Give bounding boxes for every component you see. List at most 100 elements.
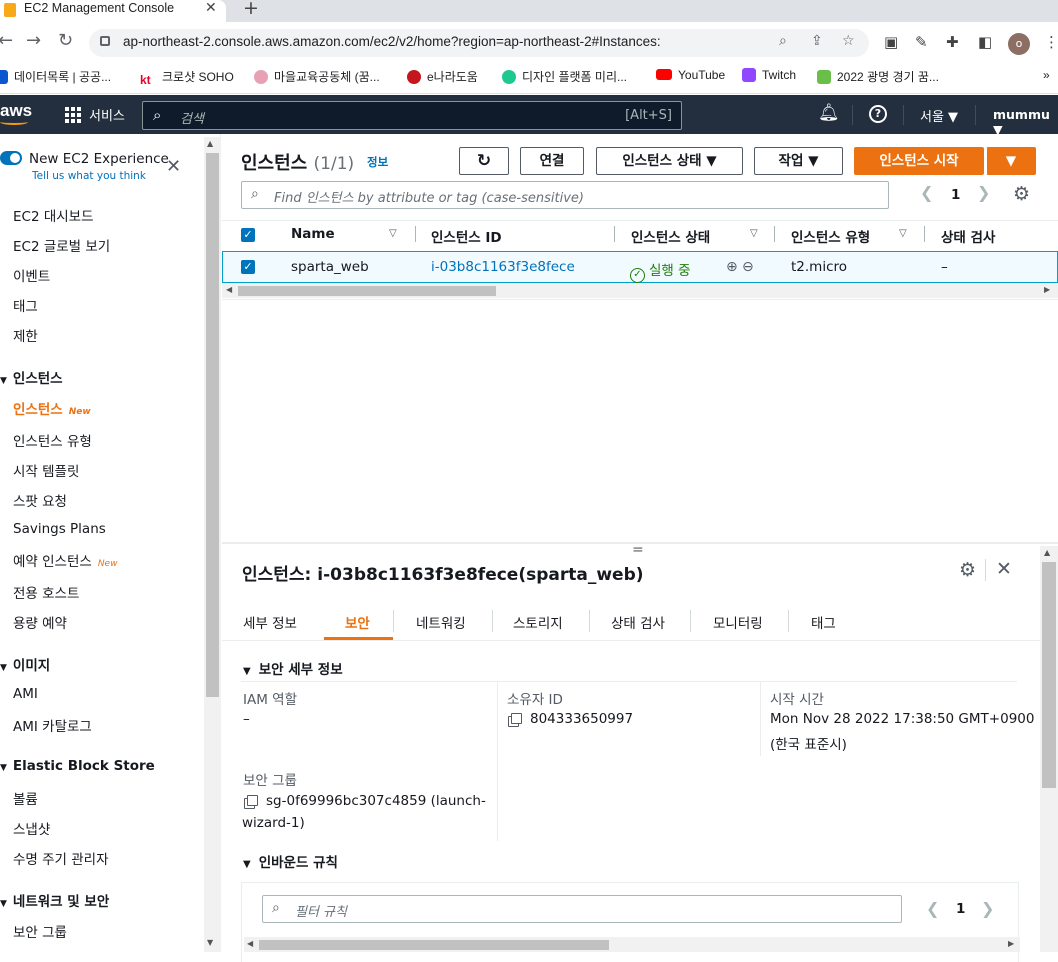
- table-scrollbar-thumb[interactable]: [238, 286, 496, 296]
- zoom-out-icon[interactable]: ⊖: [742, 259, 754, 275]
- aws-search-input[interactable]: ⌕ 검색 [Alt+S]: [142, 101, 682, 130]
- column-divider[interactable]: [774, 226, 775, 242]
- sidepanel-icon[interactable]: ◧: [978, 33, 992, 51]
- scroll-left-icon[interactable]: ◀: [247, 939, 253, 948]
- sidebar-item-security-groups[interactable]: 보안 그룹: [13, 921, 67, 941]
- inbound-rules-section-header[interactable]: ▼ 인바운드 규칙: [243, 851, 338, 871]
- tab-storage[interactable]: 스토리지: [513, 612, 563, 632]
- scroll-left-icon[interactable]: ◀: [226, 285, 232, 294]
- preferences-gear-icon[interactable]: ⚙: [1013, 183, 1030, 205]
- scroll-up-icon[interactable]: ▲: [207, 139, 213, 148]
- url-text[interactable]: ap-northeast-2.console.aws.amazon.com/ec…: [123, 34, 661, 49]
- share-icon[interactable]: ⇪: [811, 33, 823, 49]
- scroll-down-icon[interactable]: ▼: [207, 938, 213, 947]
- browser-tab[interactable]: EC2 Management Console ✕: [0, 0, 226, 22]
- bookmark-item[interactable]: Twitch: [742, 68, 796, 82]
- column-divider[interactable]: [924, 226, 925, 242]
- tab-networking[interactable]: 네트워킹: [416, 612, 466, 632]
- browser-menu-icon[interactable]: ⋮: [1044, 33, 1058, 51]
- bookmarks-more-icon[interactable]: »: [1043, 68, 1050, 82]
- forward-icon[interactable]: →: [26, 30, 41, 51]
- security-group-link-cont[interactable]: wizard-1): [242, 815, 305, 831]
- copy-icon[interactable]: [511, 713, 522, 724]
- sidebar-item-capacity-reservations[interactable]: 용량 예약: [13, 612, 67, 632]
- scroll-up-icon[interactable]: ▲: [1044, 548, 1050, 557]
- filter-column-icon[interactable]: ▽: [389, 228, 397, 239]
- cell-instance-id-link[interactable]: i-03b8c1163f3e8fece: [431, 259, 575, 275]
- sidebar-item-instance-types[interactable]: 인스턴스 유형: [13, 430, 92, 450]
- region-selector[interactable]: 서울 ▼: [920, 106, 958, 125]
- column-divider[interactable]: [415, 226, 416, 242]
- column-header-name[interactable]: Name: [291, 226, 335, 242]
- sidebar-item-volumes[interactable]: 볼륨: [13, 788, 38, 808]
- back-icon[interactable]: ←: [0, 30, 13, 51]
- resize-handle-icon[interactable]: =: [632, 542, 644, 558]
- new-tab-button[interactable]: +: [243, 0, 259, 19]
- sidebar-section-network[interactable]: ▼ 네트워크 및 보안: [0, 890, 109, 910]
- sidebar-scrollbar-thumb[interactable]: [206, 153, 219, 697]
- rule-page-number[interactable]: 1: [956, 901, 965, 917]
- tab-tags[interactable]: 태그: [811, 612, 836, 632]
- bookmark-item[interactable]: 데이터목록 | 공공...: [0, 68, 111, 85]
- instances-filter-input[interactable]: ⌕ Find 인스턴스 by attribute or tag (case-se…: [241, 181, 889, 209]
- services-menu[interactable]: 서비스: [89, 105, 125, 124]
- page-number[interactable]: 1: [951, 187, 960, 203]
- new-experience-toggle[interactable]: [0, 151, 22, 165]
- tab-close-icon[interactable]: ✕: [205, 0, 217, 16]
- launch-instances-button[interactable]: 인스턴스 시작: [854, 147, 984, 175]
- filter-column-icon[interactable]: ▽: [750, 228, 758, 239]
- security-group-link[interactable]: sg-0f69996bc307c4859 (launch-: [247, 793, 486, 809]
- sidebar-item-dashboard[interactable]: EC2 대시보드: [13, 205, 94, 225]
- next-page-icon[interactable]: ❯: [981, 899, 994, 918]
- aws-logo[interactable]: aws: [0, 101, 32, 125]
- sidebar-section-images[interactable]: ▼ 이미지: [0, 654, 50, 674]
- scroll-right-icon[interactable]: ▶: [1008, 939, 1014, 948]
- tab-details[interactable]: 세부 정보: [243, 612, 297, 632]
- bookmark-item[interactable]: kt 크로샷 SOHO: [140, 68, 234, 87]
- prev-page-icon[interactable]: ❮: [920, 183, 933, 202]
- address-bar[interactable]: ap-northeast-2.console.aws.amazon.com/ec…: [89, 29, 869, 57]
- sidebar-item-savings-plans[interactable]: Savings Plans: [13, 521, 106, 537]
- sidebar-item-reserved-instances[interactable]: 예약 인스턴스 New: [13, 550, 117, 570]
- help-icon[interactable]: ?: [869, 105, 887, 123]
- notifications-bell-icon[interactable]: 🔔︎: [818, 103, 840, 123]
- info-link[interactable]: 정보: [367, 154, 388, 170]
- column-header-instance-state[interactable]: 인스턴스 상태: [631, 226, 710, 246]
- launch-dropdown-button[interactable]: ▼: [986, 147, 1036, 175]
- sidebar-item-global-view[interactable]: EC2 글로벌 보기: [13, 235, 110, 255]
- feedback-link[interactable]: Tell us what you think: [32, 170, 146, 182]
- extension-qr-icon[interactable]: ▣: [884, 33, 898, 51]
- bookmark-item[interactable]: 마을교육공동체 (꿈...: [254, 68, 380, 85]
- column-header-instance-id[interactable]: 인스턴스 ID: [431, 226, 502, 246]
- sidebar-item-launch-templates[interactable]: 시작 템플릿: [13, 460, 79, 480]
- sidebar-item-ami-catalog[interactable]: AMI 카탈로그: [13, 715, 92, 735]
- sidebar-item-dedicated-hosts[interactable]: 전용 호스트: [13, 582, 79, 602]
- zoom-icon[interactable]: ⌕: [779, 33, 787, 49]
- bookmark-star-icon[interactable]: ☆: [842, 33, 855, 49]
- eyedropper-icon[interactable]: ✎: [915, 33, 928, 51]
- close-icon[interactable]: ✕: [996, 558, 1012, 580]
- instance-state-button[interactable]: 인스턴스 상태 ▼: [596, 147, 743, 175]
- column-divider[interactable]: [614, 226, 615, 242]
- select-all-checkbox[interactable]: ✓: [241, 228, 255, 242]
- bookmark-item[interactable]: YouTube: [656, 68, 725, 82]
- account-menu[interactable]: mummu ▼: [993, 107, 1058, 137]
- column-header-status-check[interactable]: 상태 검사: [941, 226, 995, 246]
- tab-security[interactable]: 보안: [345, 612, 370, 632]
- sidebar-item-snapshots[interactable]: 스냅샷: [13, 818, 50, 838]
- sidebar-item-spot-requests[interactable]: 스팟 요청: [13, 490, 67, 510]
- rule-filter-input[interactable]: ⌕ 필터 규칙: [262, 895, 902, 923]
- sidebar-section-ebs[interactable]: ▼ Elastic Block Store: [0, 758, 155, 774]
- filter-column-icon[interactable]: ▽: [899, 228, 907, 239]
- sidebar-item-instances[interactable]: 인스턴스 New: [13, 398, 91, 418]
- copy-icon[interactable]: [247, 795, 258, 806]
- actions-button[interactable]: 작업 ▼: [754, 147, 843, 175]
- security-details-section-header[interactable]: ▼ 보안 세부 정보: [243, 658, 343, 678]
- detail-settings-gear-icon[interactable]: ⚙: [959, 559, 976, 581]
- scroll-right-icon[interactable]: ▶: [1044, 285, 1050, 294]
- column-header-instance-type[interactable]: 인스턴스 유형: [791, 226, 870, 246]
- profile-avatar[interactable]: o: [1008, 33, 1030, 55]
- services-grid-icon[interactable]: [65, 107, 81, 123]
- tab-status-checks[interactable]: 상태 검사: [611, 612, 665, 632]
- bookmark-item[interactable]: 디자인 플랫폼 미리...: [502, 68, 627, 85]
